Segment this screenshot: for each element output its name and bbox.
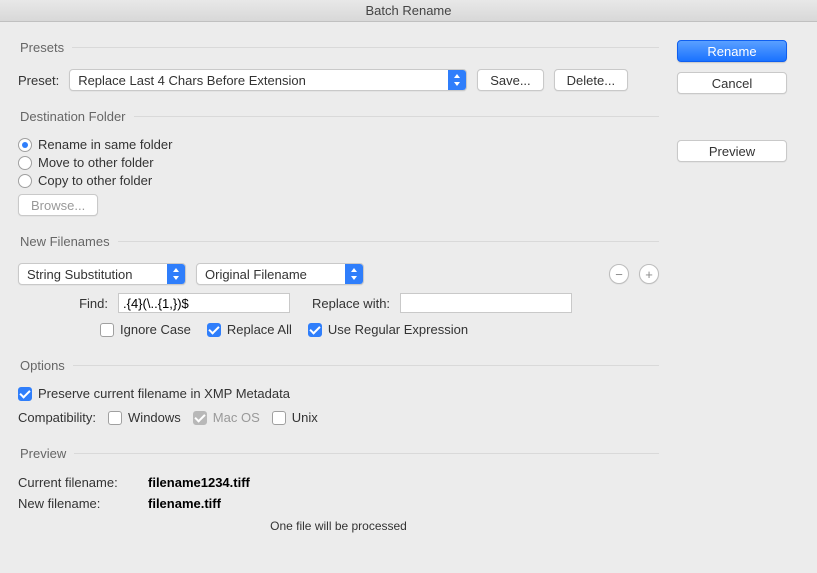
delete-preset-button[interactable]: Delete... xyxy=(554,69,628,91)
find-label: Find: xyxy=(68,296,108,311)
macos-checkbox: Mac OS xyxy=(193,410,260,425)
preset-select-label: Preset: xyxy=(18,73,59,88)
presets-legend: Presets xyxy=(18,40,72,55)
unix-checkbox[interactable]: Unix xyxy=(272,410,318,425)
find-input[interactable] xyxy=(118,293,290,313)
preview-file-count: One file will be processed xyxy=(270,519,407,533)
minus-icon: − xyxy=(615,268,623,281)
checkbox-icon xyxy=(308,323,322,337)
updown-icon xyxy=(345,264,363,284)
remove-component-button[interactable]: − xyxy=(609,264,629,284)
replace-all-checkbox[interactable]: Replace All xyxy=(207,322,292,337)
add-component-button[interactable]: + xyxy=(639,264,659,284)
checkbox-icon xyxy=(272,411,286,425)
component-combobox-value: String Substitution xyxy=(27,267,159,282)
radio-icon xyxy=(18,156,32,170)
replace-label: Replace with: xyxy=(312,296,390,311)
checkbox-icon xyxy=(207,323,221,337)
presets-group: Presets Preset: Replace Last 4 Chars Bef… xyxy=(18,40,659,95)
checkbox-icon xyxy=(18,387,32,401)
destination-legend: Destination Folder xyxy=(18,109,134,124)
rename-same-radio[interactable]: Rename in same folder xyxy=(18,137,659,152)
use-regex-checkbox[interactable]: Use Regular Expression xyxy=(308,322,468,337)
component-combobox[interactable]: String Substitution xyxy=(18,263,186,285)
current-filename-label: Current filename: xyxy=(18,475,148,490)
windows-checkbox[interactable]: Windows xyxy=(108,410,181,425)
checkbox-icon xyxy=(100,323,114,337)
radio-icon xyxy=(18,174,32,188)
browse-button[interactable]: Browse... xyxy=(18,194,98,216)
new-filename-value: filename.tiff xyxy=(148,496,659,511)
plus-icon: + xyxy=(645,268,653,281)
new-filenames-legend: New Filenames xyxy=(18,234,118,249)
checkbox-icon xyxy=(108,411,122,425)
preview-legend: Preview xyxy=(18,446,74,461)
preview-group: Preview Current filename: filename1234.t… xyxy=(18,446,659,533)
compatibility-label: Compatibility: xyxy=(18,410,96,425)
move-other-radio[interactable]: Move to other folder xyxy=(18,155,659,170)
window-titlebar: Batch Rename xyxy=(0,0,817,22)
copy-other-radio[interactable]: Copy to other folder xyxy=(18,173,659,188)
updown-icon xyxy=(448,70,466,90)
preview-toggle-button[interactable]: Preview xyxy=(677,140,787,162)
current-filename-value: filename1234.tiff xyxy=(148,475,659,490)
rename-button[interactable]: Rename xyxy=(677,40,787,62)
ignore-case-checkbox[interactable]: Ignore Case xyxy=(100,322,191,337)
window-title: Batch Rename xyxy=(366,3,452,18)
save-preset-button[interactable]: Save... xyxy=(477,69,543,91)
radio-icon xyxy=(18,138,32,152)
options-legend: Options xyxy=(18,358,73,373)
preserve-xmp-checkbox[interactable]: Preserve current filename in XMP Metadat… xyxy=(18,386,659,401)
preset-combobox[interactable]: Replace Last 4 Chars Before Extension xyxy=(69,69,467,91)
preset-combobox-value: Replace Last 4 Chars Before Extension xyxy=(78,73,440,88)
checkbox-icon xyxy=(193,411,207,425)
updown-icon xyxy=(167,264,185,284)
new-filenames-group: New Filenames String Substitution Origin… xyxy=(18,234,659,344)
cancel-button[interactable]: Cancel xyxy=(677,72,787,94)
new-filename-label: New filename: xyxy=(18,496,148,511)
destination-group: Destination Folder Rename in same folder… xyxy=(18,109,659,220)
replace-input[interactable] xyxy=(400,293,572,313)
options-group: Options Preserve current filename in XMP… xyxy=(18,358,659,432)
source-combobox-value: Original Filename xyxy=(205,267,337,282)
source-combobox[interactable]: Original Filename xyxy=(196,263,364,285)
